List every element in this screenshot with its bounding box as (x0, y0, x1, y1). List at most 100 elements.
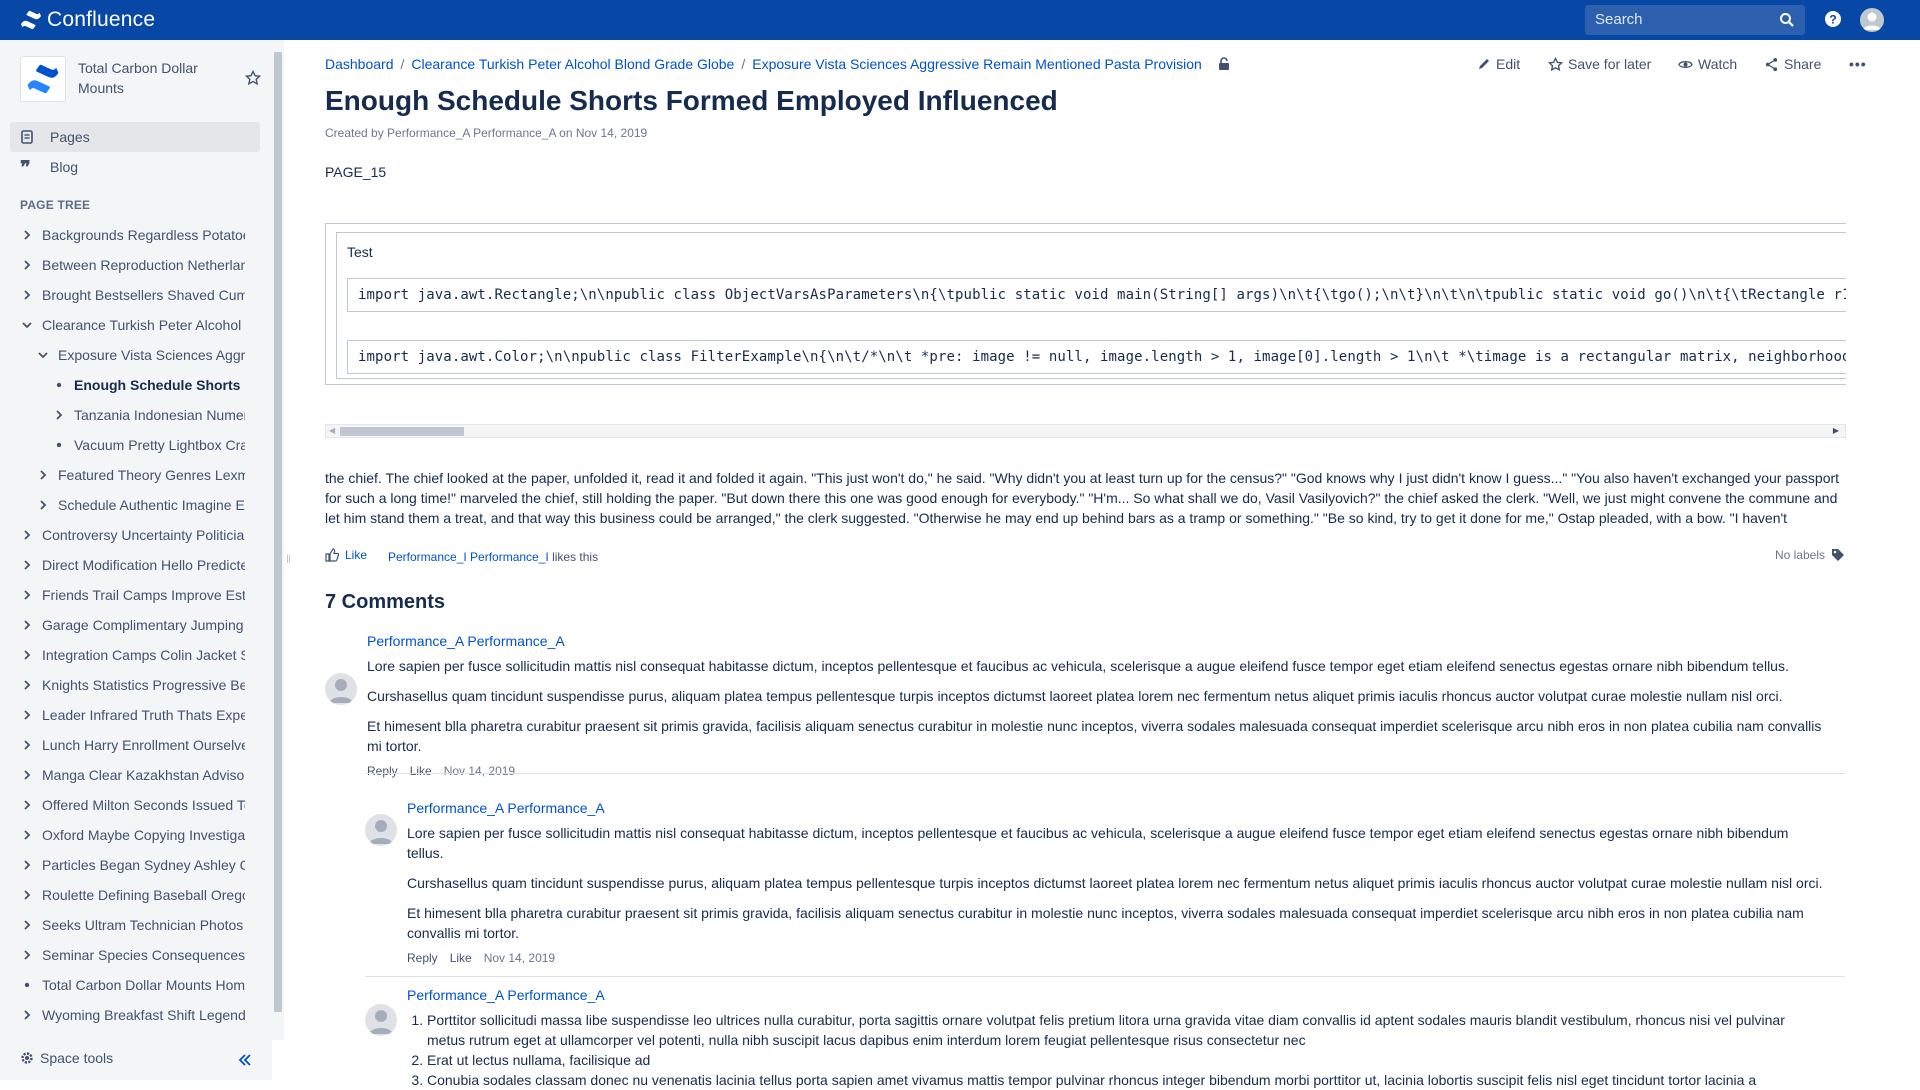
sidebar-resize-handle[interactable]: ‖ (286, 552, 291, 566)
more-actions-icon[interactable]: ••• (1849, 56, 1867, 72)
watch-button[interactable]: Watch (1678, 56, 1737, 72)
tree-item[interactable]: Friends Trail Camps Improve Estate (20, 580, 245, 610)
sidebar-scrollbar[interactable] (272, 40, 284, 1040)
comment-author[interactable]: Performance_A Performance_A (367, 633, 565, 649)
tree-item[interactable]: Between Reproduction Netherlands (20, 250, 245, 280)
space-header[interactable]: Total Carbon Dollar Mounts (20, 56, 218, 102)
tree-item[interactable]: Exposure Vista Sciences Aggressive (36, 340, 245, 370)
tree-item[interactable]: Manga Clear Kazakhstan Advisory (20, 760, 245, 790)
tree-item-label: Leader Infrared Truth Thats Expert (42, 707, 245, 723)
comment-avatar[interactable] (365, 1004, 397, 1036)
tree-item[interactable]: Oxford Maybe Copying Investigations (20, 820, 245, 850)
tree-item[interactable]: Particles Began Sydney Ashley Cloth (20, 850, 245, 880)
tree-item[interactable]: Integration Camps Colin Jacket Sport (20, 640, 245, 670)
tree-item[interactable]: Wyoming Breakfast Shift Legends (20, 1000, 245, 1030)
tree-item[interactable]: Roulette Defining Baseball Oregon (20, 880, 245, 910)
like-link[interactable]: Like (450, 951, 472, 965)
byline-author[interactable]: Performance_A Performance_A (387, 126, 556, 140)
chevron-right-icon[interactable] (20, 950, 34, 960)
tree-item[interactable]: Garage Complimentary Jumping Gallery (20, 610, 245, 640)
comment-avatar[interactable] (325, 673, 357, 705)
page-tag: PAGE_15 (325, 164, 387, 180)
like-button[interactable]: Like (325, 548, 367, 562)
chevron-right-icon[interactable] (52, 410, 66, 420)
scroll-right-arrow-icon[interactable]: ▶ (1833, 426, 1839, 435)
tree-item[interactable]: Total Carbon Dollar Mounts Home (20, 970, 245, 1000)
tree-item[interactable]: Enough Schedule Shorts Formed (52, 370, 245, 400)
user-icon (369, 820, 393, 844)
scrollbar-thumb[interactable] (340, 427, 464, 436)
chevron-right-icon[interactable] (20, 290, 34, 300)
svg-text:?: ? (1829, 13, 1836, 27)
tree-item[interactable]: Offered Milton Seconds Issued Tech (20, 790, 245, 820)
tree-item[interactable]: Clearance Turkish Peter Alcohol Blond (20, 310, 245, 340)
space-name[interactable]: Total Carbon Dollar Mounts (78, 58, 218, 98)
chevron-right-icon[interactable] (20, 800, 34, 810)
chevron-down-icon[interactable] (36, 351, 50, 359)
chevron-right-icon[interactable] (20, 770, 34, 780)
chevron-right-icon[interactable] (20, 620, 34, 630)
byline-date[interactable]: Nov 14, 2019 (576, 126, 647, 140)
reply-link[interactable]: Reply (407, 951, 438, 965)
code-block[interactable]: import java.awt.Rectangle;\n\npublic cla… (347, 278, 1846, 312)
chevron-right-icon[interactable] (20, 230, 34, 240)
collapse-sidebar-icon[interactable] (238, 1053, 252, 1067)
chevron-right-icon[interactable] (36, 470, 50, 480)
save-for-later-button[interactable]: Save for later (1548, 56, 1651, 72)
tree-item[interactable]: Featured Theory Genres Lexmark (36, 460, 245, 490)
tree-item[interactable]: Lunch Harry Enrollment Ourselves (20, 730, 245, 760)
chevron-right-icon[interactable] (20, 260, 34, 270)
help-icon[interactable]: ? (1824, 10, 1842, 28)
code-block[interactable]: import java.awt.Color;\n\npublic class F… (347, 340, 1846, 374)
tree-item[interactable]: Direct Modification Hello Predicted (20, 550, 245, 580)
tree-item[interactable]: Knights Statistics Progressive Beach (20, 670, 245, 700)
comment-author[interactable]: Performance_A Performance_A (407, 987, 605, 1003)
share-button[interactable]: Share (1764, 56, 1821, 72)
chevron-right-icon[interactable] (20, 1010, 34, 1020)
chevron-right-icon[interactable] (20, 920, 34, 930)
tree-item-label: Seminar Species Consequences Wing (42, 947, 245, 963)
star-space-icon[interactable] (245, 70, 261, 86)
search-icon[interactable] (1779, 12, 1795, 28)
sidebar-item-pages[interactable]: Pages (10, 122, 260, 152)
tree-item[interactable]: Vacuum Pretty Lightbox Crazy (52, 430, 245, 460)
chevron-right-icon[interactable] (20, 710, 34, 720)
tree-item-label: Between Reproduction Netherlands (42, 257, 245, 273)
comment-date[interactable]: Nov 14, 2019 (484, 951, 555, 965)
space-logo[interactable] (20, 56, 66, 102)
space-tools-button[interactable]: Space tools (20, 1050, 113, 1066)
tree-item[interactable]: Seminar Species Consequences Wing (20, 940, 245, 970)
chevron-right-icon[interactable] (20, 890, 34, 900)
tree-item[interactable]: Backgrounds Regardless Potatoes (20, 220, 245, 250)
chevron-right-icon[interactable] (20, 860, 34, 870)
chevron-right-icon[interactable] (20, 560, 34, 570)
chevron-right-icon[interactable] (36, 500, 50, 510)
comment-meta: Reply Like Nov 14, 2019 (407, 951, 567, 965)
chevron-right-icon[interactable] (20, 590, 34, 600)
search-input[interactable]: Search (1585, 5, 1805, 35)
tree-item[interactable]: Schedule Authentic Imagine Eternal (36, 490, 245, 520)
comment-avatar[interactable] (365, 814, 397, 846)
tree-item[interactable]: Brought Bestsellers Shaved Cumulative (20, 280, 245, 310)
tree-item[interactable]: Leader Infrared Truth Thats Expert (20, 700, 245, 730)
code-macro-container: Test import java.awt.Rectangle;\n\npubli… (325, 223, 1846, 385)
user-avatar[interactable] (1860, 8, 1884, 32)
scroll-left-arrow-icon[interactable]: ◀ (329, 426, 335, 435)
code-horizontal-scrollbar[interactable]: ◀ ▶ (325, 424, 1846, 438)
liker-link[interactable]: Performance_I Performance_I (388, 550, 549, 564)
tree-item[interactable]: Tanzania Indonesian Numerous (52, 400, 245, 430)
sidebar-item-blog[interactable]: ❞ Blog (10, 152, 260, 182)
chevron-right-icon[interactable] (20, 530, 34, 540)
confluence-logo[interactable]: Confluence (20, 8, 155, 32)
tree-item[interactable]: Controversy Uncertainty Politicians (20, 520, 245, 550)
chevron-right-icon[interactable] (20, 830, 34, 840)
edit-button[interactable]: Edit (1477, 56, 1520, 72)
sidebar-scrollbar-thumb[interactable] (274, 52, 282, 1012)
chevron-down-icon[interactable] (20, 321, 34, 329)
labels-area[interactable]: No labels (1775, 548, 1845, 562)
chevron-right-icon[interactable] (20, 680, 34, 690)
tree-item[interactable]: Seeks Ultram Technician Photos Ace (20, 910, 245, 940)
chevron-right-icon[interactable] (20, 650, 34, 660)
chevron-right-icon[interactable] (20, 740, 34, 750)
comment-author[interactable]: Performance_A Performance_A (407, 800, 605, 816)
